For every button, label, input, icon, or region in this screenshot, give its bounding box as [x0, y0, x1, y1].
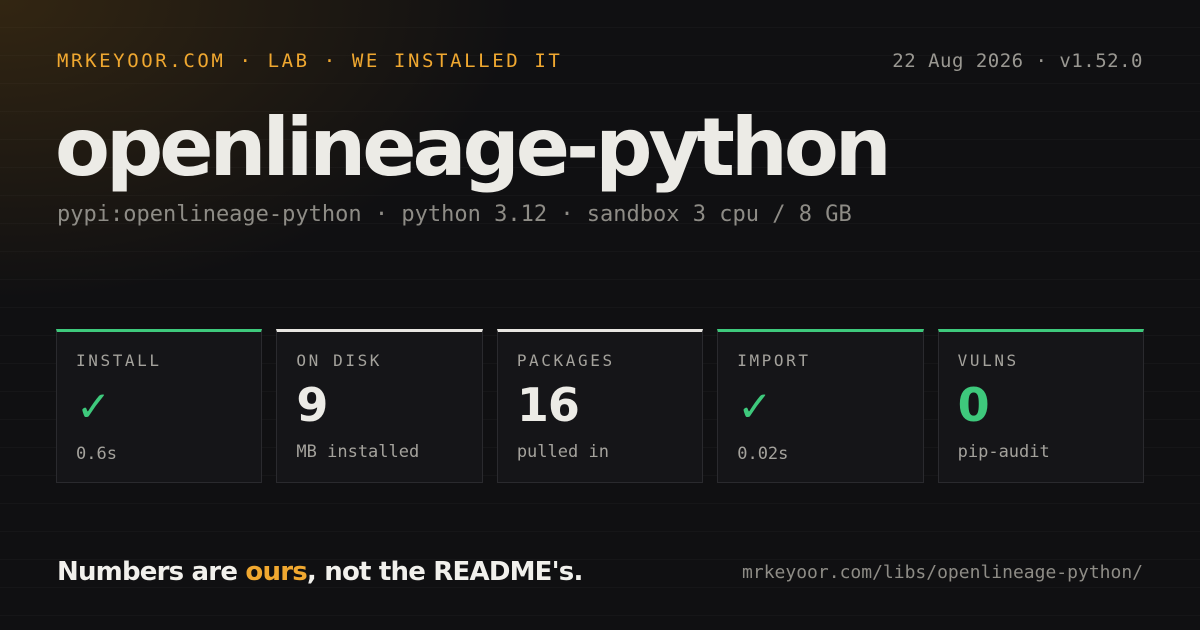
card-label: ON DISK: [296, 351, 383, 370]
card-label: INSTALL: [76, 351, 162, 370]
card-value: ✓: [737, 377, 903, 435]
card-note: MB installed: [296, 442, 420, 462]
check-icon: ✓: [737, 382, 772, 431]
date-version: 22 Aug 2026 · v1.52.0: [892, 50, 1143, 72]
card-label: IMPORT: [737, 351, 811, 370]
card-value: 16: [516, 378, 580, 432]
card-note: pip-audit: [957, 442, 1050, 462]
install-card: INSTALL ✓ 0.6s: [56, 329, 263, 483]
packages-card: PACKAGES 16 pulled in: [496, 329, 704, 483]
tagline-start: Numbers are: [57, 557, 246, 587]
card-value: ✓: [76, 377, 242, 435]
card-value: 0: [957, 378, 990, 432]
package-subtitle: pypi:openlineage-python · python 3.12 · …: [57, 202, 852, 227]
check-icon: ✓: [76, 382, 111, 431]
import-card: IMPORT ✓ 0.02s: [717, 329, 924, 483]
card-label: PACKAGES: [516, 351, 615, 370]
tagline: Numbers are ours, not the README's.: [57, 557, 583, 587]
tagline-end: , not the README's.: [306, 557, 583, 587]
stats-cards: INSTALL ✓ 0.6s ON DISK 9 MB installed PA…: [56, 329, 1145, 483]
header-bar: MRKEYOOR.COM · LAB · WE INSTALLED IT 22 …: [57, 48, 1143, 74]
page-title: openlineage-python: [55, 101, 892, 194]
footer: Numbers are ours, not the README's. mrke…: [57, 552, 1143, 592]
card-value: 9: [296, 378, 328, 432]
page-url: mrkeyoor.com/libs/openlineage-python/: [742, 561, 1143, 583]
card-label: VULNS: [957, 351, 1019, 370]
card-note: 0.02s: [737, 444, 789, 464]
tagline-accent: ours: [245, 557, 307, 587]
card-note: 0.6s: [76, 444, 117, 464]
on-disk-card: ON DISK 9 MB installed: [276, 329, 483, 483]
card-note: pulled in: [516, 442, 609, 462]
site-brand: MRKEYOOR.COM · LAB · WE INSTALLED IT: [57, 50, 563, 72]
vulns-card: VULNS 0 pip-audit: [937, 329, 1145, 483]
